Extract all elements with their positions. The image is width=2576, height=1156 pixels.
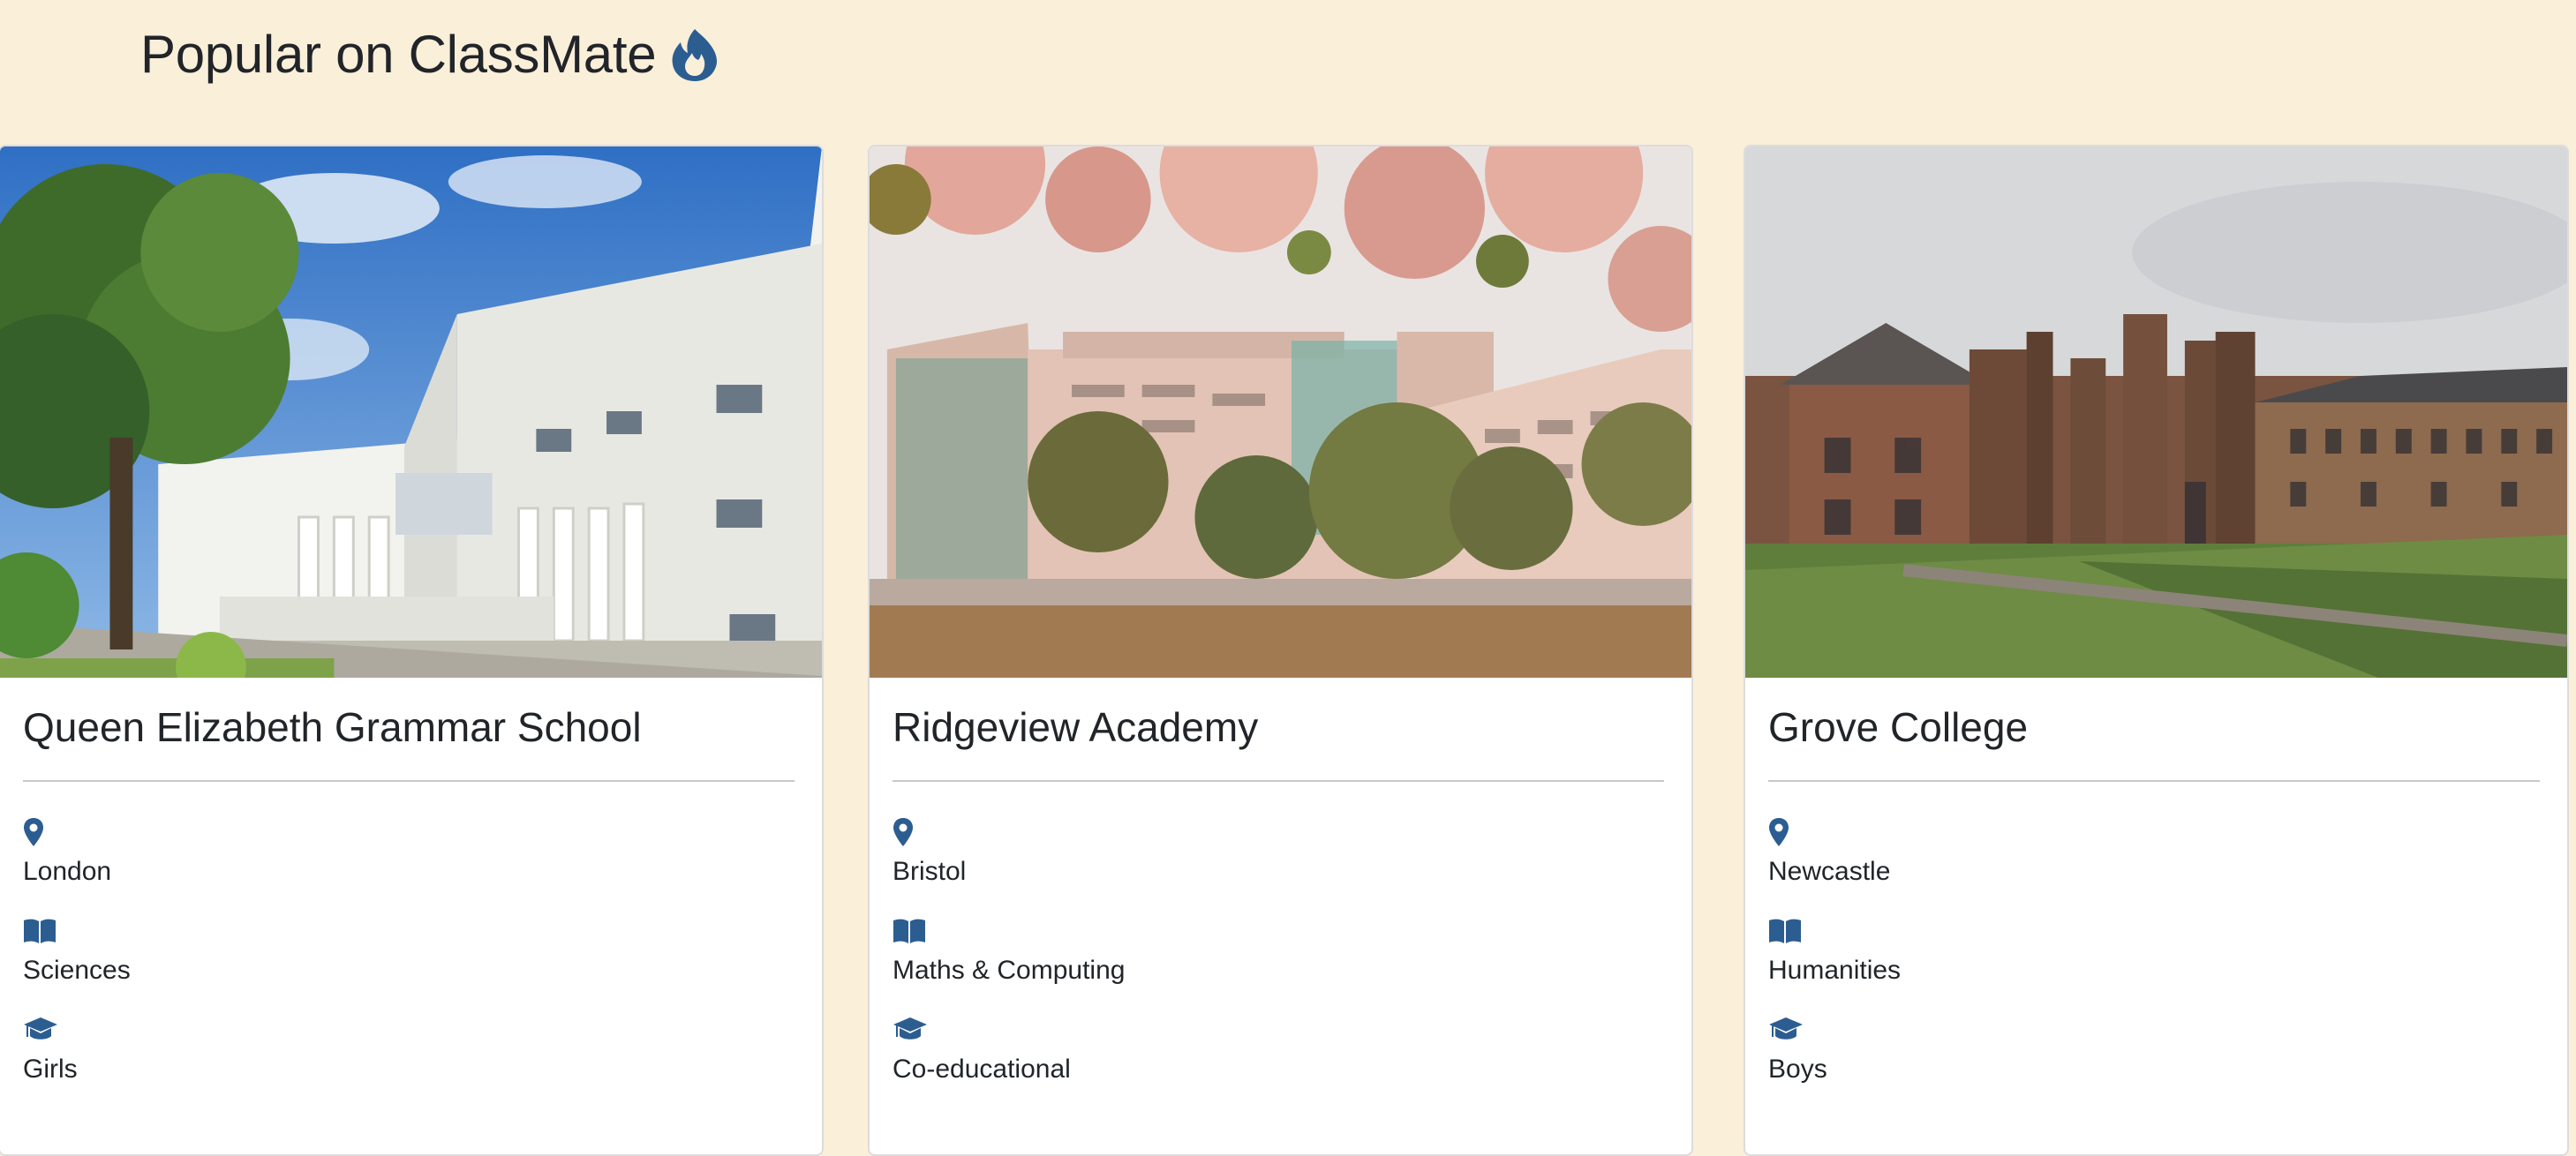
subject-text: Maths & Computing [893,956,1126,985]
gender-info: Co-educational [893,1015,1664,1087]
location-info: Newcastle [1768,817,2540,890]
popular-schools-page: Popular on ClassMate Queen Elizabeth Gra… [0,0,2576,1156]
gender-text: Girls [23,1055,78,1084]
white-school-building-photo-image [0,146,822,678]
open-book-icon [1768,916,2540,946]
section-heading: Popular on ClassMate [140,19,721,90]
subject-text: Sciences [23,956,131,985]
gender-text: Boys [1768,1055,1827,1084]
school-card[interactable]: Grove College Newcastle Humanities Boys [1744,145,2569,1156]
graduation-cap-icon [893,1015,1664,1045]
section-title: Popular on ClassMate [140,25,657,84]
subject-info: Sciences [23,916,795,988]
location-info: Bristol [893,817,1664,890]
school-name[interactable]: Queen Elizabeth Grammar School [23,702,795,754]
map-pin-icon [1768,817,2540,847]
divider [23,780,795,782]
school-photo[interactable] [870,146,1691,678]
school-photo[interactable] [1745,146,2567,678]
location-text: London [23,857,112,886]
divider [893,780,1664,782]
school-card[interactable]: Queen Elizabeth Grammar School London Sc… [0,145,824,1156]
school-card[interactable]: Ridgeview Academy Bristol Maths & Comput… [868,145,1693,1156]
divider [1768,780,2540,782]
historic-brick-college-photo-image [1745,146,2567,678]
flame-icon [672,29,718,81]
school-name[interactable]: Ridgeview Academy [893,702,1664,754]
graduation-cap-icon [1768,1015,2540,1045]
map-pin-icon [23,817,795,847]
school-photo[interactable] [0,146,822,678]
subject-text: Humanities [1768,956,1902,985]
gender-text: Co-educational [893,1055,1071,1084]
map-pin-icon [893,817,1664,847]
gender-info: Boys [1768,1015,2540,1087]
graduation-cap-icon [23,1015,795,1045]
subject-info: Maths & Computing [893,916,1664,988]
school-name[interactable]: Grove College [1768,702,2540,754]
gender-info: Girls [23,1015,795,1087]
location-text: Newcastle [1768,857,1891,886]
open-book-icon [893,916,1664,946]
location-text: Bristol [893,857,967,886]
subject-info: Humanities [1768,916,2540,988]
location-info: London [23,817,795,890]
pink-campus-blossom-photo-image [870,146,1691,678]
school-card-list: Queen Elizabeth Grammar School London Sc… [0,145,2576,1156]
open-book-icon [23,916,795,946]
